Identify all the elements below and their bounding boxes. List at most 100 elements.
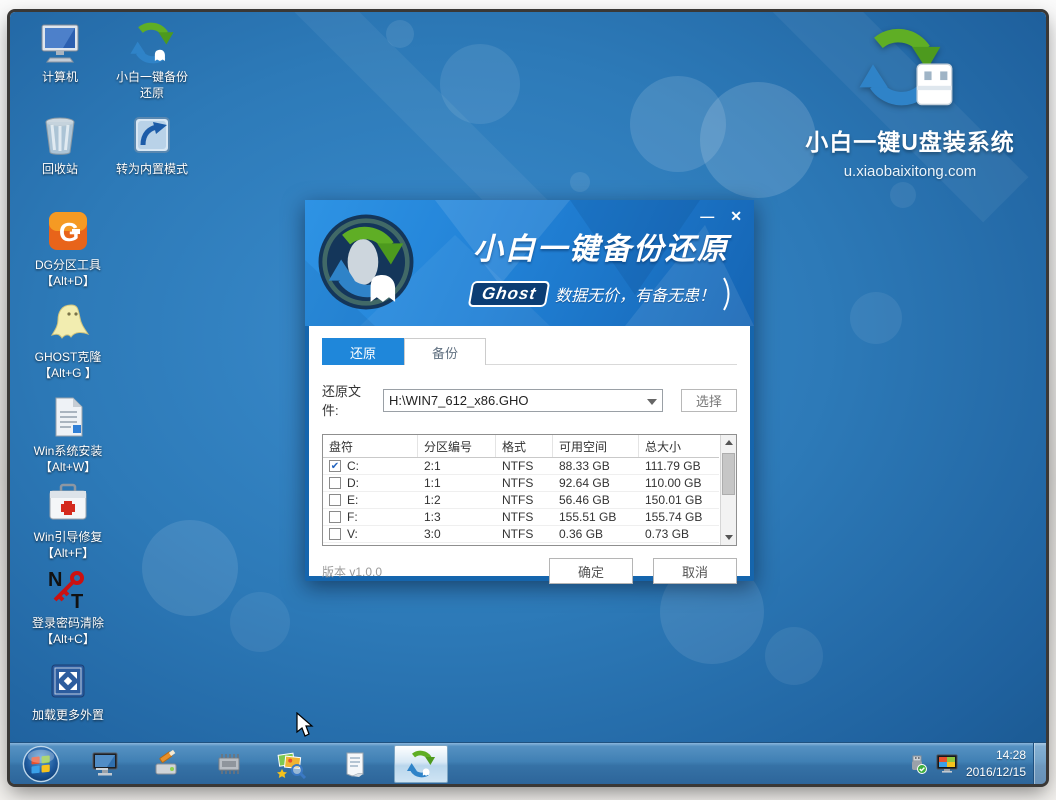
desktop-icon-label: Win系统安装 【Alt+W】 — [33, 444, 103, 475]
usb-cycle-logo-icon — [850, 24, 953, 116]
drive-letter: F: — [347, 510, 358, 524]
restore-file-label: 还原文件: — [322, 384, 362, 418]
win-install-icon — [12, 394, 124, 440]
close-button[interactable]: ✕ — [730, 208, 742, 224]
partition-tool-icon: G — [12, 208, 124, 254]
table-row[interactable]: F: 1:3 NTFS 155.51 GB 155.74 GB — [323, 509, 719, 526]
scrollbar-thumb[interactable] — [722, 453, 735, 495]
backup-app-icon — [406, 749, 436, 779]
notepad-icon — [346, 752, 364, 777]
screen-frame: 计算机 小白一键备份 还原 回收站 转为内置模式 G DG分区工具 【Alt+D】 — [0, 0, 1056, 800]
desktop-icon-label: Win引导修复 【Alt+F】 — [33, 530, 103, 561]
column-header-drive: 盘符 — [323, 435, 418, 457]
internal-mode-icon — [96, 112, 208, 158]
window-controls: — ✕ — [700, 208, 742, 224]
bubble-decor — [440, 44, 520, 124]
restore-file-combobox[interactable] — [383, 388, 663, 412]
taskbar-display-settings-button[interactable] — [88, 748, 122, 780]
scrollbar-up-icon[interactable] — [721, 435, 736, 450]
ghost-icon — [12, 300, 124, 346]
dialog-title: 小白一键备份还原 — [473, 233, 729, 266]
slogan-arc-decor — [723, 277, 730, 311]
brand-url: u.xiaobaixitong.com — [843, 163, 977, 180]
restore-file-row: 还原文件: 选择 — [322, 381, 737, 419]
desktop-icon-recycle-bin[interactable]: 回收站 — [22, 112, 98, 177]
bubble-decor — [230, 592, 290, 652]
combobox-dropdown-icon[interactable] — [646, 398, 657, 405]
table-row[interactable]: D: 1:1 NTFS 92.64 GB 110.00 GB — [323, 475, 719, 492]
desktop-icon-label: 加载更多外置 — [31, 708, 104, 722]
taskbar-memory-button[interactable] — [212, 748, 246, 780]
tray-date: 2016/12/15 — [965, 765, 1026, 779]
image-viewer-icon — [277, 752, 306, 779]
tab-backup[interactable]: 备份 — [404, 338, 486, 365]
taskbar-backup-app-button[interactable] — [394, 745, 448, 783]
show-desktop-button[interactable] — [1033, 743, 1046, 784]
display-settings-icon — [92, 752, 118, 776]
desktop-icon-label: 转为内置模式 — [115, 162, 188, 176]
dialog-logo-icon — [318, 214, 414, 310]
display-color-tray-icon[interactable] — [936, 754, 958, 774]
partition-table: 盘符 分区编号 格式 可用空间 总大小 ✔ C: 2:1 NTFS 88.33 G… — [322, 434, 737, 546]
ok-button[interactable]: 确定 — [549, 558, 633, 584]
table-row[interactable]: E: 1:2 NTFS 56.46 GB 150.01 GB — [323, 492, 719, 509]
usb-tray-icon[interactable] — [908, 754, 928, 774]
start-button[interactable] — [22, 745, 60, 783]
dialog-slogan: 数据无价，有备无患！ — [555, 288, 716, 305]
backup-restore-icon — [96, 20, 208, 66]
desktop-icon-win-install[interactable]: Win系统安装 【Alt+W】 — [12, 394, 124, 475]
bubble-decor — [890, 182, 916, 208]
ghost-badge: Ghost — [467, 281, 551, 307]
brand-logo-block: 小白一键U盘装系统 u.xiaobaixitong.com — [780, 24, 1040, 180]
restore-file-input[interactable] — [384, 389, 662, 411]
desktop: 计算机 小白一键备份 还原 回收站 转为内置模式 G DG分区工具 【Alt+D】 — [10, 12, 1046, 784]
dialog-body: 还原 备份 还原文件: 选择 盘符 分区编号 格式 — [309, 326, 750, 584]
load-more-icon — [12, 658, 124, 704]
row-checkbox[interactable] — [329, 494, 341, 506]
row-checkbox[interactable] — [329, 477, 341, 489]
computer-icon — [22, 20, 98, 66]
cancel-button[interactable]: 取消 — [653, 558, 737, 584]
desktop-icon-load-more[interactable]: 加载更多外置 — [12, 658, 124, 723]
row-checkbox[interactable]: ✔ — [329, 460, 341, 472]
desktop-icon-boot-repair[interactable]: Win引导修复 【Alt+F】 — [12, 480, 124, 561]
backup-restore-dialog: 小白一键备份还原 Ghost 数据无价，有备无患！ — ✕ 还原 备份 还原文件… — [305, 200, 754, 584]
table-row[interactable]: ✔ C: 2:1 NTFS 88.33 GB 111.79 GB — [323, 458, 719, 475]
version-label: 版本 v1.0.0 — [322, 564, 383, 579]
desktop-icon-label: GHOST克隆 【Alt+G 】 — [34, 350, 102, 381]
password-clear-icon: NT — [12, 566, 124, 612]
bubble-decor — [386, 20, 414, 48]
tray-time: 14:28 — [995, 747, 1026, 762]
boot-repair-icon — [12, 480, 124, 526]
slogan-row: Ghost 数据无价，有备无患！ — [457, 277, 745, 311]
brand-title: 小白一键U盘装系统 — [805, 129, 1015, 155]
table-header-row: 盘符 分区编号 格式 可用空间 总大小 — [323, 435, 719, 458]
desktop-icon-partition-tool[interactable]: G DG分区工具 【Alt+D】 — [12, 208, 124, 289]
desktop-icon-internal-mode[interactable]: 转为内置模式 — [96, 112, 208, 177]
tray-clock[interactable]: 14:28 2016/12/15 — [966, 747, 1026, 782]
scrollbar-down-icon[interactable] — [721, 530, 736, 545]
desktop-icon-computer[interactable]: 计算机 — [22, 20, 98, 85]
table-row[interactable]: V: 3:0 NTFS 0.36 GB 0.73 GB — [323, 526, 719, 543]
drive-letter: C: — [347, 459, 359, 473]
row-checkbox[interactable] — [329, 511, 341, 523]
drive-letter: D: — [347, 476, 359, 490]
desktop-icon-ghost-clone[interactable]: GHOST克隆 【Alt+G 】 — [12, 300, 124, 381]
desktop-icon-backup-restore[interactable]: 小白一键备份 还原 — [96, 20, 208, 101]
row-checkbox[interactable] — [329, 528, 341, 540]
desktop-icon-label: 回收站 — [41, 162, 78, 176]
desktop-icon-password-clear[interactable]: NT 登录密码清除 【Alt+C】 — [12, 566, 124, 647]
column-header-partition: 分区编号 — [418, 435, 496, 457]
bubble-decor — [570, 172, 590, 192]
taskbar-image-viewer-button[interactable] — [274, 748, 308, 780]
taskbar-disk-tool-button[interactable] — [150, 748, 184, 780]
choose-file-button[interactable]: 选择 — [680, 388, 737, 412]
column-header-total: 总大小 — [645, 439, 682, 454]
desktop-icon-label: 小白一键备份 还原 — [115, 70, 188, 101]
taskbar-notepad-button[interactable] — [338, 748, 372, 780]
minimize-button[interactable]: — — [700, 208, 714, 224]
table-scrollbar[interactable] — [720, 435, 736, 545]
drive-letter: V: — [347, 527, 358, 541]
tab-restore[interactable]: 还原 — [322, 338, 404, 365]
column-header-format: 格式 — [496, 435, 553, 457]
